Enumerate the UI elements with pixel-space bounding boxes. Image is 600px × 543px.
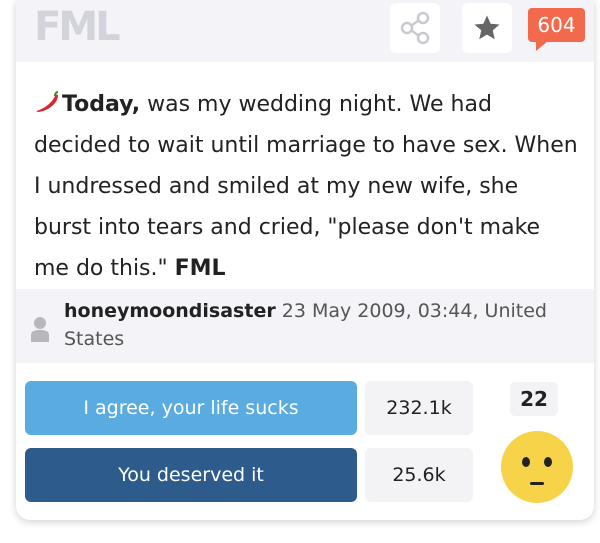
fml-tag: FML (174, 256, 226, 281)
share-button[interactable] (390, 3, 440, 53)
neutral-face-icon[interactable] (500, 430, 574, 504)
agree-vote-count: 232.1k (365, 381, 473, 435)
agree-vote-button[interactable]: I agree, your life sucks (25, 381, 357, 435)
deserved-vote-count: 25.6k (365, 448, 473, 502)
fml-logo: FML (34, 4, 121, 50)
user-icon (31, 317, 49, 342)
comment-count-badge[interactable]: 604 (528, 8, 585, 51)
deserved-vote-button[interactable]: You deserved it (25, 448, 357, 502)
story-text: Today, was my wedding night. We had deci… (34, 84, 582, 289)
fml-post-card: FML 604 Today, was my wedding night. We … (16, 0, 594, 520)
chili-pepper-icon (36, 91, 59, 112)
reaction-count: 22 (510, 382, 558, 416)
story-body: was my wedding night. We had decided to … (34, 92, 578, 281)
favorite-button[interactable] (462, 3, 512, 53)
author-username[interactable]: honeymoondisaster (64, 300, 276, 322)
post-meta-text: honeymoondisaster 23 May 2009, 03:44, Un… (64, 297, 564, 353)
share-icon (400, 11, 430, 45)
star-icon (474, 15, 500, 40)
story-lead: Today, (62, 92, 141, 117)
post-header: FML 604 (16, 0, 594, 62)
